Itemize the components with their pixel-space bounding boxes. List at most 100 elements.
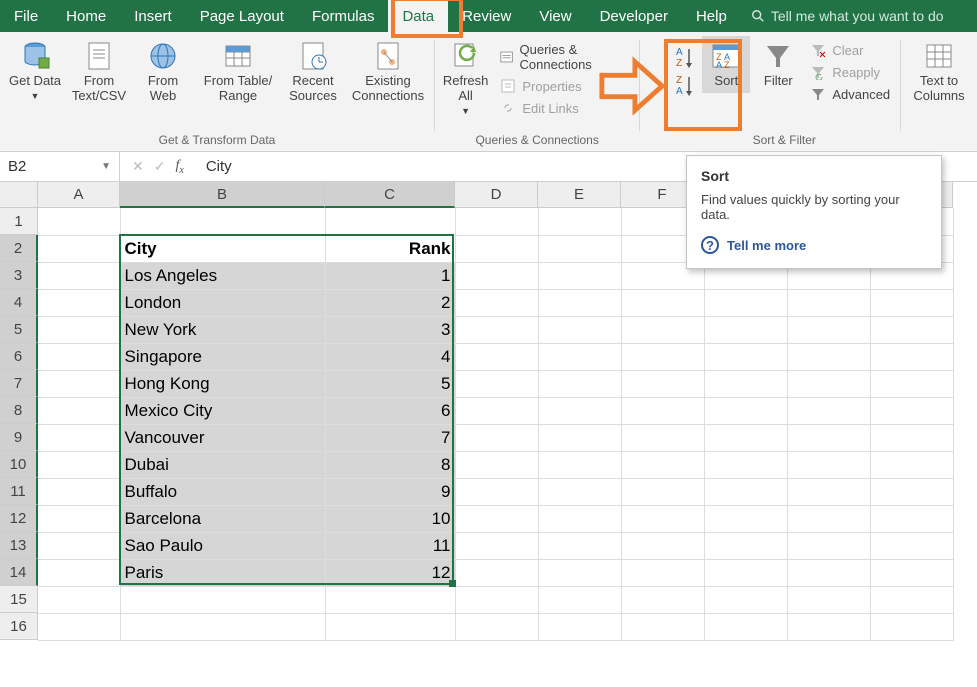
cell-H10[interactable] [787,451,870,478]
cell-F4[interactable] [621,289,704,316]
row-header-10[interactable]: 10 [0,451,38,478]
tab-review[interactable]: Review [448,0,525,32]
enter-icon[interactable]: ✓ [154,158,166,175]
cell-G10[interactable] [704,451,787,478]
cell-B2[interactable]: City [120,235,325,262]
cell-F10[interactable] [621,451,704,478]
cell-D6[interactable] [455,343,538,370]
cell-E6[interactable] [538,343,621,370]
cell-I8[interactable] [870,397,953,424]
tab-formulas[interactable]: Formulas [298,0,389,32]
cell-C3[interactable]: 1 [325,262,455,289]
filter-button[interactable]: Filter [756,36,800,93]
cell-G7[interactable] [704,370,787,397]
cell-F13[interactable] [621,532,704,559]
cell-C11[interactable]: 9 [325,478,455,505]
cell-B7[interactable]: Hong Kong [120,370,325,397]
reapply-filter-button[interactable]: Reapply [806,62,894,82]
from-web-button[interactable]: From Web [134,36,192,108]
cell-H6[interactable] [787,343,870,370]
cell-C1[interactable] [325,208,455,235]
cell-F14[interactable] [621,559,704,586]
name-box[interactable]: B2▼ [0,152,120,181]
tab-file[interactable]: File [0,0,52,32]
row-header-16[interactable]: 16 [0,613,38,640]
cell-H8[interactable] [787,397,870,424]
cell-G6[interactable] [704,343,787,370]
row-header-7[interactable]: 7 [0,370,38,397]
get-data-button[interactable]: Get Data▼ [6,36,64,105]
cell-E2[interactable] [538,235,621,262]
row-header-14[interactable]: 14 [0,559,38,586]
cell-B12[interactable]: Barcelona [120,505,325,532]
cell-C5[interactable]: 3 [325,316,455,343]
cell-F15[interactable] [621,586,704,613]
cell-B11[interactable]: Buffalo [120,478,325,505]
cell-E8[interactable] [538,397,621,424]
cell-A6[interactable] [38,343,120,370]
cell-E4[interactable] [538,289,621,316]
cell-A11[interactable] [38,478,120,505]
row-header-3[interactable]: 3 [0,262,38,289]
cell-D12[interactable] [455,505,538,532]
cell-D2[interactable] [455,235,538,262]
cell-G8[interactable] [704,397,787,424]
tab-developer[interactable]: Developer [586,0,682,32]
cell-D11[interactable] [455,478,538,505]
cell-C4[interactable]: 2 [325,289,455,316]
cell-D3[interactable] [455,262,538,289]
cell-F11[interactable] [621,478,704,505]
cell-A9[interactable] [38,424,120,451]
cell-I11[interactable] [870,478,953,505]
cell-C12[interactable]: 10 [325,505,455,532]
cell-D13[interactable] [455,532,538,559]
tell-me-more-link[interactable]: ? Tell me more [701,236,927,254]
row-header-6[interactable]: 6 [0,343,38,370]
text-to-columns-button[interactable]: Text to Columns [907,36,971,108]
cell-B8[interactable]: Mexico City [120,397,325,424]
cell-C9[interactable]: 7 [325,424,455,451]
cell-A16[interactable] [38,613,120,640]
refresh-all-button[interactable]: Refresh All▼ [441,36,491,120]
cell-I15[interactable] [870,586,953,613]
sort-asc-button[interactable]: AZ [674,44,696,72]
cell-B5[interactable]: New York [120,316,325,343]
select-all-corner[interactable] [0,182,38,208]
sort-desc-button[interactable]: ZA [674,72,696,100]
cell-G14[interactable] [704,559,787,586]
cell-E11[interactable] [538,478,621,505]
cell-F6[interactable] [621,343,704,370]
cell-B14[interactable]: Paris [120,559,325,586]
column-header-B[interactable]: B [120,182,325,208]
cell-A15[interactable] [38,586,120,613]
column-header-C[interactable]: C [325,182,455,208]
cell-B1[interactable] [120,208,325,235]
cell-A12[interactable] [38,505,120,532]
cell-C14[interactable]: 12 [325,559,455,586]
cell-B9[interactable]: Vancouver [120,424,325,451]
cell-D1[interactable] [455,208,538,235]
cell-I7[interactable] [870,370,953,397]
cell-B10[interactable]: Dubai [120,451,325,478]
cell-H16[interactable] [787,613,870,640]
row-header-8[interactable]: 8 [0,397,38,424]
cancel-icon[interactable]: ✕ [132,158,144,175]
cell-D8[interactable] [455,397,538,424]
cell-F12[interactable] [621,505,704,532]
cell-G4[interactable] [704,289,787,316]
column-header-A[interactable]: A [38,182,120,208]
cell-A2[interactable] [38,235,120,262]
cell-I10[interactable] [870,451,953,478]
row-header-2[interactable]: 2 [0,235,38,262]
cell-E15[interactable] [538,586,621,613]
cell-D5[interactable] [455,316,538,343]
cell-C2[interactable]: Rank [325,235,455,262]
cell-B13[interactable]: Sao Paulo [120,532,325,559]
tell-me-search[interactable]: Tell me what you want to do [741,0,954,32]
cell-F5[interactable] [621,316,704,343]
cell-H7[interactable] [787,370,870,397]
cell-B4[interactable]: London [120,289,325,316]
cell-I12[interactable] [870,505,953,532]
tab-help[interactable]: Help [682,0,741,32]
recent-sources-button[interactable]: Recent Sources [284,36,342,108]
